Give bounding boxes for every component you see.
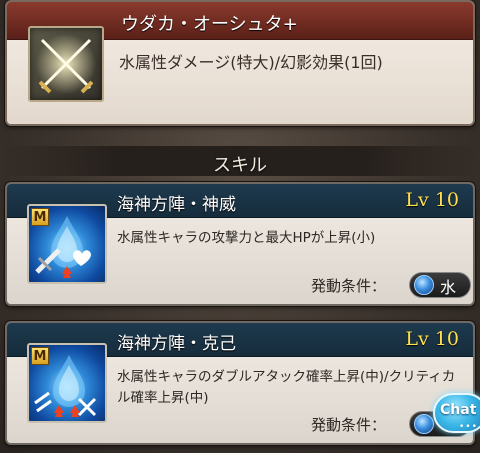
water-element-icon [414,275,434,295]
skill-description: 水属性キャラの攻撃力と最大HPが上昇(小) [117,230,376,246]
skill-card-1[interactable]: 海神方陣・神威 Lv 10 水属性キャラの攻撃力と最大HPが上昇(小) 発動条件… [5,182,475,306]
water-element-icon [414,414,434,434]
skill-section-label: スキル [213,155,267,176]
activation-condition-label: 発動条件： [311,416,387,434]
skill-section-header: スキル [0,146,480,176]
element-condition-badge: 水 [409,272,471,298]
skill-name: 海神方陣・克己 [117,334,236,354]
ougi-description: 水属性ダメージ(特大)/幻影効果(1回) [119,53,383,72]
skill-level: Lv 10 [405,328,459,350]
chat-label: Chat [440,402,477,418]
m-badge: M [31,208,49,226]
crossed-swords-icon[interactable] [28,26,104,102]
element-label: 水 [440,278,457,297]
ougi-title: ウダカ・オーシュタ+ [121,14,298,35]
m-badge: M [31,347,49,365]
chat-dots-icon: ••• [459,422,478,432]
skill-name: 海神方陣・神威 [117,195,236,215]
chat-button[interactable]: Chat ••• [433,393,480,433]
water-crit-icon[interactable]: M [27,343,107,423]
water-sword-heart-icon[interactable]: M [27,204,107,284]
skill-level: Lv 10 [405,189,459,211]
skill-card-2[interactable]: 海神方陣・克己 Lv 10 水属性キャラのダブルアタック確率上昇(中)/クリティ… [5,321,475,445]
activation-condition-label: 発動条件： [311,277,387,295]
skill-description: 水属性キャラのダブルアタック確率上昇(中)/クリティカル確率上昇(中) [117,369,456,406]
ougi-card: ウダカ・オーシュタ+ 水属性ダメージ(特大)/幻影効果(1回) [5,0,475,126]
